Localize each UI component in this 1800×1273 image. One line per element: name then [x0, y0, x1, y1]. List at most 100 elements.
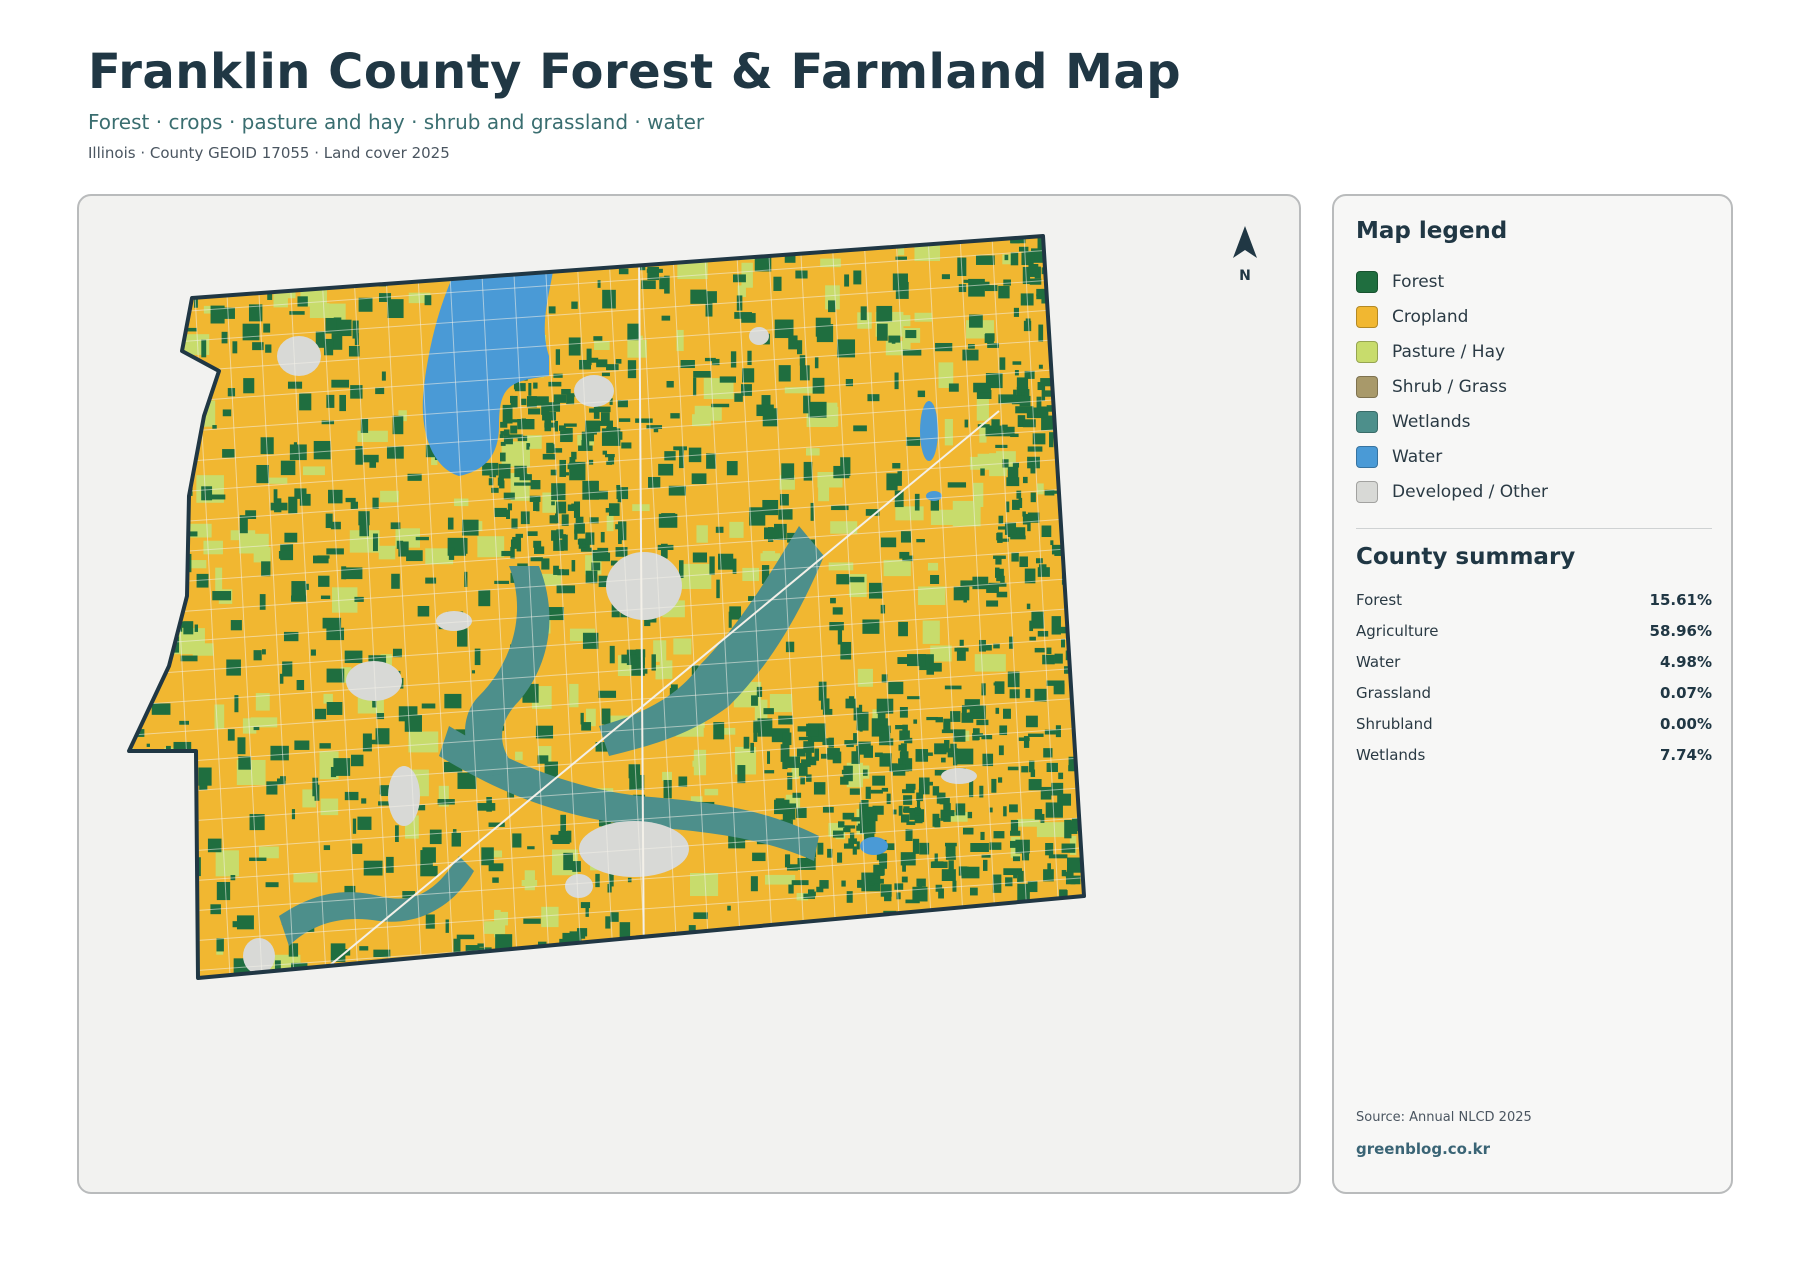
forest-patch	[719, 376, 736, 383]
pasture-patch	[577, 236, 601, 242]
forest-patch	[553, 539, 564, 551]
forest-patch	[314, 969, 321, 978]
forest-patch	[471, 670, 476, 674]
summary-value: 4.98%	[1659, 652, 1712, 671]
forest-patch	[1006, 477, 1020, 487]
forest-patch	[142, 650, 154, 661]
forest-patch	[853, 270, 862, 285]
forest-patch	[788, 335, 798, 350]
forest-patch	[529, 248, 540, 254]
pasture-patch	[805, 448, 820, 456]
forest-patch	[938, 955, 946, 974]
pasture-patch	[1037, 483, 1044, 495]
pasture-patch	[320, 798, 339, 816]
forest-patch	[523, 918, 541, 924]
forest-patch	[1070, 240, 1078, 248]
forest-patch	[229, 250, 247, 268]
forest-patch	[962, 349, 979, 361]
forest-patch	[1040, 378, 1058, 387]
land-cover-map[interactable]: N	[79, 196, 1301, 1194]
forest-patch	[528, 408, 541, 415]
pasture-patch	[930, 509, 956, 525]
forest-patch	[661, 248, 680, 255]
forest-patch	[891, 338, 896, 344]
forest-patch	[216, 938, 224, 952]
forest-patch	[1103, 772, 1122, 781]
forest-patch	[677, 961, 693, 970]
forest-patch	[898, 744, 906, 751]
forest-patch	[294, 488, 307, 499]
summary-value: 0.07%	[1659, 683, 1712, 702]
forest-patch	[1066, 917, 1078, 933]
legend-label: Cropland	[1392, 306, 1469, 327]
forest-patch	[160, 248, 165, 266]
map-panel[interactable]: N	[77, 194, 1301, 1194]
forest-patch	[1007, 671, 1020, 688]
forest-patch	[140, 830, 154, 847]
forest-patch	[171, 933, 185, 940]
pasture-patch	[1086, 713, 1115, 736]
pasture-patch	[129, 843, 139, 863]
forest-patch	[781, 463, 795, 480]
forest-patch	[1042, 654, 1055, 665]
forest-patch	[243, 378, 255, 394]
forest-patch	[201, 339, 207, 358]
forest-patch	[415, 536, 429, 541]
forest-patch	[151, 321, 167, 327]
forest-patch	[1073, 672, 1084, 683]
forest-patch	[1103, 705, 1107, 717]
forest-patch	[953, 586, 970, 601]
pasture-patch	[1100, 945, 1131, 955]
forest-patch	[1011, 552, 1019, 562]
forest-patch	[1048, 236, 1059, 243]
forest-patch	[1088, 737, 1098, 743]
forest-patch	[530, 480, 541, 490]
forest-patch	[1025, 688, 1031, 698]
forest-patch	[536, 500, 540, 512]
forest-patch	[557, 569, 570, 576]
forest-patch	[969, 887, 978, 896]
forest-patch	[932, 813, 940, 827]
forest-patch	[1055, 244, 1066, 255]
forest-patch	[756, 404, 774, 417]
forest-patch	[998, 285, 1010, 299]
site-link[interactable]: greenblog.co.kr	[1356, 1140, 1490, 1158]
pasture-patch	[190, 560, 207, 569]
forest-patch	[846, 891, 853, 903]
forest-patch	[600, 531, 605, 543]
pasture-patch	[927, 562, 939, 571]
forest-patch	[597, 547, 609, 558]
forest-patch	[764, 770, 775, 774]
forest-patch	[1062, 412, 1069, 420]
pasture-patch	[729, 521, 744, 538]
forest-patch	[1010, 252, 1019, 266]
forest-patch	[762, 499, 779, 516]
forest-patch	[627, 323, 640, 341]
pasture-patch	[742, 567, 760, 581]
legend-label: Developed / Other	[1392, 481, 1549, 502]
forest-patch	[500, 421, 508, 428]
pasture-patch	[591, 236, 611, 241]
forest-patch	[1105, 274, 1124, 293]
forest-patch	[250, 255, 256, 268]
summary-row: Forest 15.61%	[1356, 584, 1712, 615]
forest-patch	[843, 843, 855, 849]
forest-patch	[912, 838, 920, 854]
forest-patch	[548, 381, 562, 387]
forest-patch	[317, 555, 330, 559]
forest-patch	[274, 498, 282, 513]
forest-patch	[184, 866, 193, 875]
forest-patch	[1075, 379, 1082, 387]
forest-patch	[819, 880, 829, 889]
forest-patch	[164, 253, 173, 272]
forest-patch	[877, 713, 886, 725]
forest-patch	[387, 299, 404, 319]
summary-row: Wetlands 7.74%	[1356, 739, 1712, 770]
forest-patch	[1068, 408, 1079, 412]
forest-patch	[787, 772, 793, 776]
forest-patch	[805, 977, 820, 978]
legend-swatch	[1356, 375, 1378, 398]
forest-patch	[1061, 358, 1067, 368]
forest-patch	[499, 434, 504, 439]
forest-patch	[838, 821, 845, 828]
